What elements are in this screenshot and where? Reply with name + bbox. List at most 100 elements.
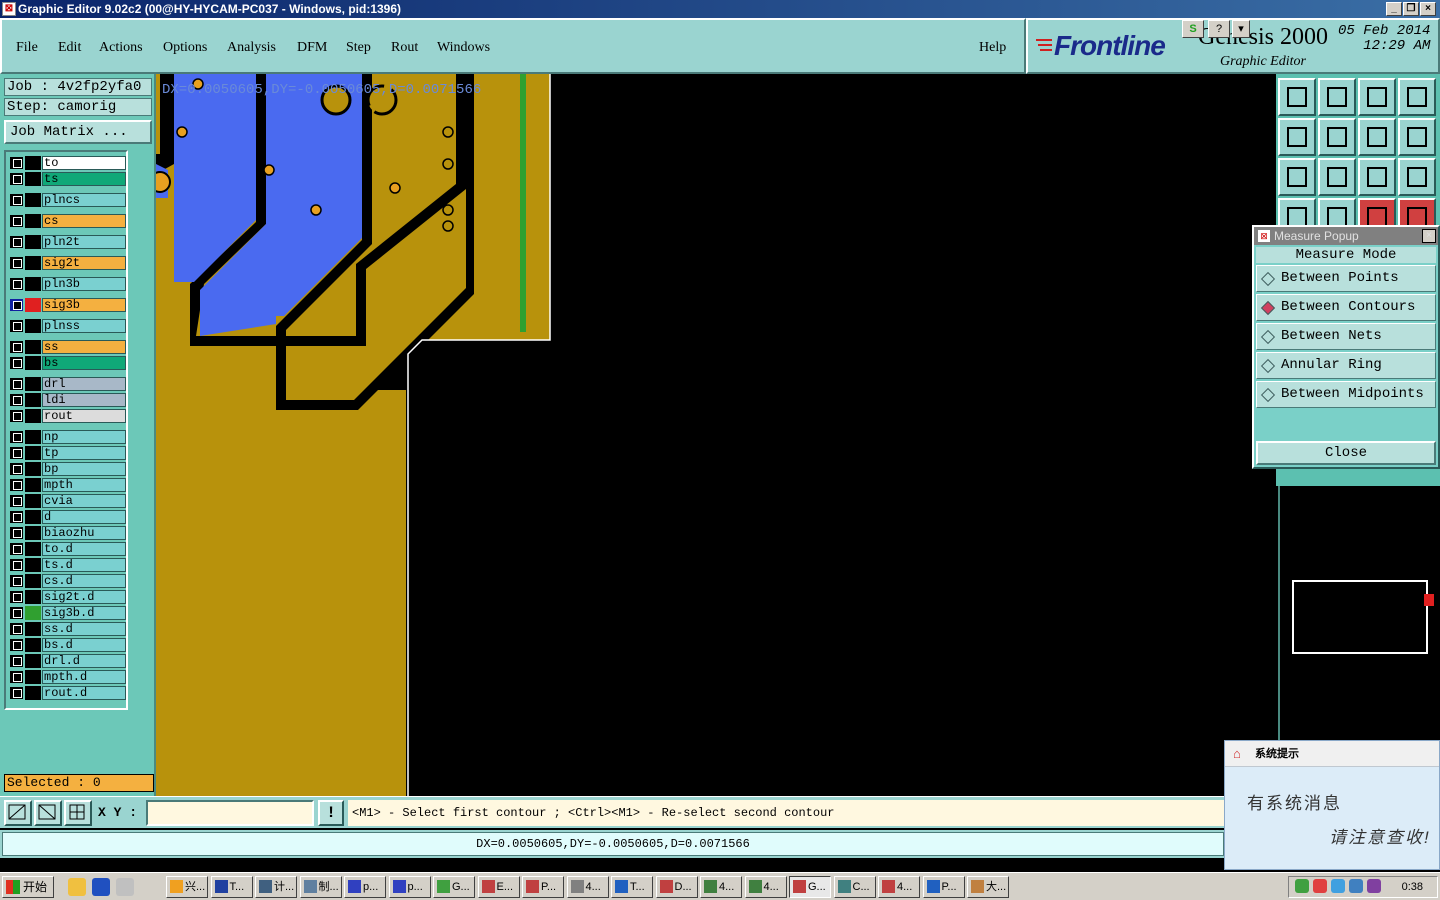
- layer-row[interactable]: pln3b: [8, 277, 126, 291]
- layer-row[interactable]: sig3b.d: [8, 606, 126, 620]
- layer-name[interactable]: bs: [42, 356, 126, 370]
- layer-checkbox[interactable]: [10, 527, 23, 539]
- layer-row[interactable]: drl.d: [8, 654, 126, 668]
- layer-checkbox[interactable]: [10, 591, 23, 603]
- layer-state-marker[interactable]: [25, 494, 41, 508]
- layer-state-marker[interactable]: [25, 670, 41, 684]
- tray-icon-3[interactable]: [1331, 879, 1345, 893]
- menu-dfm[interactable]: DFM: [297, 40, 327, 56]
- layer-row[interactable]: plncs: [8, 193, 126, 207]
- layer-state-marker[interactable]: [25, 446, 41, 460]
- taskbar-button[interactable]: P...: [922, 876, 965, 898]
- rotate-icon[interactable]: [1358, 118, 1396, 156]
- layer-checkbox[interactable]: [10, 575, 23, 587]
- taskbar-button[interactable]: 兴...: [166, 876, 208, 898]
- start-button[interactable]: 开始: [2, 876, 54, 898]
- quicklaunch-ie-icon[interactable]: [92, 878, 110, 896]
- measure-option[interactable]: Between Midpoints: [1256, 381, 1436, 408]
- layer-name[interactable]: ts.d: [42, 558, 126, 572]
- layer-state-marker[interactable]: [25, 686, 41, 700]
- layer-state-marker[interactable]: [25, 462, 41, 476]
- layer-row[interactable]: rout.d: [8, 686, 126, 700]
- measure-option[interactable]: Between Nets: [1256, 323, 1436, 350]
- measure-option[interactable]: Between Points: [1256, 265, 1436, 292]
- layer-row[interactable]: tp: [8, 446, 126, 460]
- layer-name[interactable]: cs: [42, 214, 126, 228]
- layer-checkbox[interactable]: [10, 655, 23, 667]
- layer-down-icon[interactable]: [1318, 78, 1356, 116]
- layer-row[interactable]: biaozhu: [8, 526, 126, 540]
- menu-analysis[interactable]: Analysis: [227, 40, 276, 56]
- snap-icon[interactable]: [1398, 118, 1436, 156]
- layer-name[interactable]: pln3b: [42, 277, 126, 291]
- layer-name[interactable]: to: [42, 156, 126, 170]
- close-window-button[interactable]: ×: [1420, 2, 1436, 16]
- restore-button[interactable]: ❐: [1403, 2, 1419, 16]
- measure-option[interactable]: Annular Ring: [1256, 352, 1436, 379]
- layer-state-marker[interactable]: [25, 606, 41, 620]
- layer-state-marker[interactable]: [25, 340, 41, 354]
- layer-row[interactable]: to: [8, 156, 126, 170]
- taskbar-button[interactable]: 4...: [566, 876, 609, 898]
- layer-checkbox[interactable]: [10, 357, 23, 369]
- layer-name[interactable]: ldi: [42, 393, 126, 407]
- layer-row[interactable]: drl: [8, 377, 126, 391]
- layer-name[interactable]: rout.d: [42, 686, 126, 700]
- menu-file[interactable]: File: [16, 40, 38, 56]
- layer-name[interactable]: cs.d: [42, 574, 126, 588]
- layer-state-marker[interactable]: [25, 638, 41, 652]
- menu-windows[interactable]: Windows: [437, 40, 490, 56]
- layer-checkbox[interactable]: [10, 320, 23, 332]
- layer-row[interactable]: bs.d: [8, 638, 126, 652]
- layer-name[interactable]: d: [42, 510, 126, 524]
- navigator-view[interactable]: [1278, 486, 1440, 740]
- layer-checkbox[interactable]: [10, 157, 23, 169]
- layer-checkbox[interactable]: [10, 559, 23, 571]
- taskbar-button[interactable]: E...: [477, 876, 520, 898]
- radio-diamond-icon[interactable]: [1260, 358, 1276, 374]
- layer-row[interactable]: ldi: [8, 393, 126, 407]
- layer-checkbox[interactable]: [10, 299, 23, 311]
- taskbar-button[interactable]: 4...: [744, 876, 787, 898]
- layer-row[interactable]: plnss: [8, 319, 126, 333]
- layer-state-marker[interactable]: [25, 622, 41, 636]
- layer-row[interactable]: sig2t: [8, 256, 126, 270]
- layer-name[interactable]: np: [42, 430, 126, 444]
- radio-diamond-icon[interactable]: [1260, 271, 1276, 287]
- radio-diamond-icon[interactable]: [1260, 387, 1276, 403]
- layer-state-marker[interactable]: [25, 356, 41, 370]
- help-icon[interactable]: [1398, 158, 1436, 196]
- layer-row[interactable]: mpth: [8, 478, 126, 492]
- layer-state-marker[interactable]: [25, 430, 41, 444]
- layer-row[interactable]: sig3b: [8, 298, 126, 312]
- layer-row[interactable]: cs.d: [8, 574, 126, 588]
- graphic-canvas[interactable]: DX=0.0050605,DY=-0.0050605,D=0.0071566: [156, 74, 1278, 796]
- taskbar-button[interactable]: 计...: [255, 876, 297, 898]
- layer-checkbox[interactable]: [10, 447, 23, 459]
- layer-checkbox[interactable]: [10, 410, 23, 422]
- xy-input[interactable]: [146, 800, 314, 826]
- taskbar-button[interactable]: 4...: [700, 876, 742, 898]
- layer-row[interactable]: ss: [8, 340, 126, 354]
- quicklaunch-clock-icon[interactable]: [68, 878, 86, 896]
- layer-checkbox[interactable]: [10, 479, 23, 491]
- layer-state-marker[interactable]: [25, 377, 41, 391]
- layer-row[interactable]: ss.d: [8, 622, 126, 636]
- layer-name[interactable]: sig3b.d: [42, 606, 126, 620]
- zoom-fit-icon[interactable]: [1318, 158, 1356, 196]
- grid-snap-icon[interactable]: [64, 800, 92, 826]
- layer-state-marker[interactable]: [25, 256, 41, 270]
- layer-row[interactable]: mpth.d: [8, 670, 126, 684]
- layer-state-marker[interactable]: [25, 654, 41, 668]
- taskbar-button[interactable]: T...: [210, 876, 253, 898]
- layer-name[interactable]: drl.d: [42, 654, 126, 668]
- layer-name[interactable]: mpth: [42, 478, 126, 492]
- layer-name[interactable]: tp: [42, 446, 126, 460]
- menu-options[interactable]: Options: [163, 40, 207, 56]
- fit-icon[interactable]: [1278, 158, 1316, 196]
- system-notification[interactable]: ⌂ 系统提示 有系统消息 请注意查收!: [1224, 740, 1440, 870]
- layer-checkbox[interactable]: [10, 194, 23, 206]
- job-matrix-button[interactable]: Job Matrix ...: [4, 120, 152, 144]
- layer-state-marker[interactable]: [25, 409, 41, 423]
- layer-row[interactable]: rout: [8, 409, 126, 423]
